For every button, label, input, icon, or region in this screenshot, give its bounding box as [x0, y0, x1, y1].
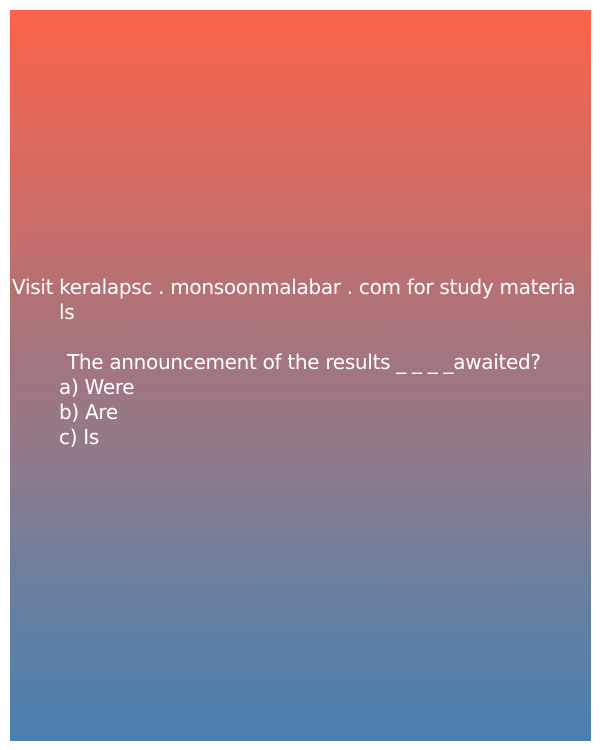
promo-line-continuation: ls	[59, 300, 75, 324]
option-c: c) Is	[59, 425, 99, 449]
promo-line: Visit keralapsc . monsoonmalabar . com f…	[12, 275, 576, 299]
question-text-block: Visit keralapsc . monsoonmalabar . com f…	[10, 275, 591, 450]
question-card: Visit keralapsc . monsoonmalabar . com f…	[10, 10, 591, 741]
option-b: b) Are	[59, 400, 118, 424]
option-a: a) Were	[59, 375, 135, 399]
question-prompt: The announcement of the results _ _ _ _a…	[67, 350, 541, 374]
